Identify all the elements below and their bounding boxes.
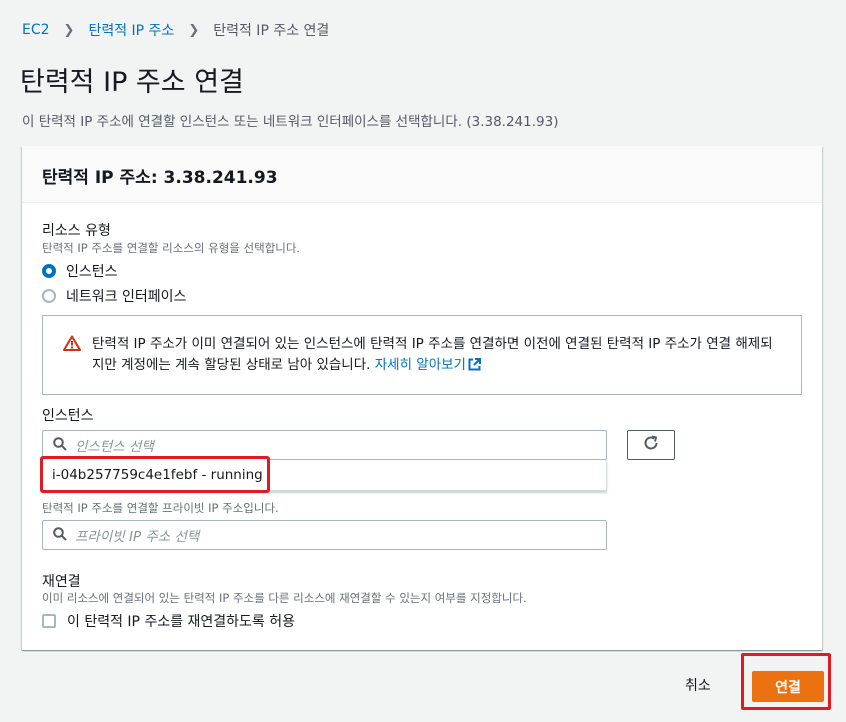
radio-instance-control[interactable] — [42, 264, 56, 278]
page-title: 탄력적 IP 주소 연결 — [20, 67, 244, 98]
radio-network-interface-control[interactable] — [42, 289, 56, 303]
breadcrumb: EC2 ❯ 탄력적 IP 주소 ❯ 탄력적 IP 주소 연결 — [22, 20, 329, 40]
refresh-icon — [643, 435, 659, 455]
reassociate-checkbox-label: 이 탄력적 IP 주소를 재연결하도록 허용 — [67, 614, 296, 630]
radio-network-interface[interactable]: 네트워크 인터페이스 — [42, 286, 186, 306]
instance-label: 인스턴스 — [42, 408, 94, 424]
connect-button[interactable]: 연결 — [752, 671, 824, 702]
radio-network-interface-label: 네트워크 인터페이스 — [66, 289, 187, 305]
instance-select-placeholder: 인스턴스 선택 — [75, 439, 154, 455]
breadcrumb-ec2[interactable]: EC2 — [22, 22, 50, 38]
warning-message: 탄력적 IP 주소가 이미 연결되어 있는 인스턴스에 탄력적 IP 주소를 연… — [85, 334, 781, 394]
reassociate-checkbox[interactable] — [42, 614, 56, 628]
radio-instance[interactable]: 인스턴스 — [42, 261, 118, 281]
refresh-button[interactable] — [627, 430, 675, 460]
chevron-right-icon: ❯ — [63, 22, 75, 38]
resource-type-hint: 탄력적 IP 주소를 연결할 리소스의 유형을 선택합니다. — [42, 241, 301, 255]
connect-button-highlight: 연결 — [741, 653, 831, 710]
private-ip-hint: 탄력적 IP 주소를 연결할 프라이빗 IP 주소입니다. — [42, 501, 279, 515]
breadcrumb-current: 탄력적 IP 주소 연결 — [213, 23, 330, 39]
search-icon — [53, 526, 67, 545]
private-ip-placeholder: 프라이빗 IP 주소 선택 — [75, 529, 200, 545]
panel-title: 탄력적 IP 주소: 3.38.241.93 — [42, 168, 278, 188]
learn-more-label: 자세히 알아보기 — [374, 357, 466, 373]
resource-type-label: 리소스 유형 — [42, 223, 111, 239]
reassociate-hint: 이미 리소스에 연결되어 있는 탄력적 IP 주소를 다른 리소스에 재연결할 … — [42, 591, 527, 605]
page-description: 이 탄력적 IP 주소에 연결할 인스턴스 또는 네트워크 인터페이스를 선택합… — [22, 114, 559, 130]
warning-alert: 탄력적 IP 주소가 이미 연결되어 있는 인스턴스에 탄력적 IP 주소를 연… — [42, 315, 802, 395]
breadcrumb-elastic-ip[interactable]: 탄력적 IP 주소 — [88, 20, 174, 40]
instance-dropdown: i-04b257759c4e1febf - running — [40, 456, 607, 493]
associate-panel: 탄력적 IP 주소: 3.38.241.93 리소스 유형 탄력적 IP 주소를… — [22, 146, 822, 650]
private-ip-select[interactable]: 프라이빗 IP 주소 선택 — [42, 520, 607, 550]
reassociate-label: 재연결 — [42, 574, 81, 590]
panel-header: 탄력적 IP 주소: 3.38.241.93 — [22, 146, 822, 203]
cancel-button[interactable]: 취소 — [685, 675, 711, 695]
radio-instance-label: 인스턴스 — [66, 264, 118, 280]
external-link-icon — [468, 357, 481, 378]
search-icon — [53, 436, 67, 455]
chevron-right-icon: ❯ — [188, 22, 200, 38]
warning-icon — [63, 335, 85, 394]
reassociate-checkbox-row[interactable]: 이 탄력적 IP 주소를 재연결하도록 허용 — [42, 611, 295, 631]
learn-more-link[interactable]: 자세히 알아보기 — [375, 357, 481, 373]
instance-option[interactable]: i-04b257759c4e1febf - running — [40, 456, 270, 493]
